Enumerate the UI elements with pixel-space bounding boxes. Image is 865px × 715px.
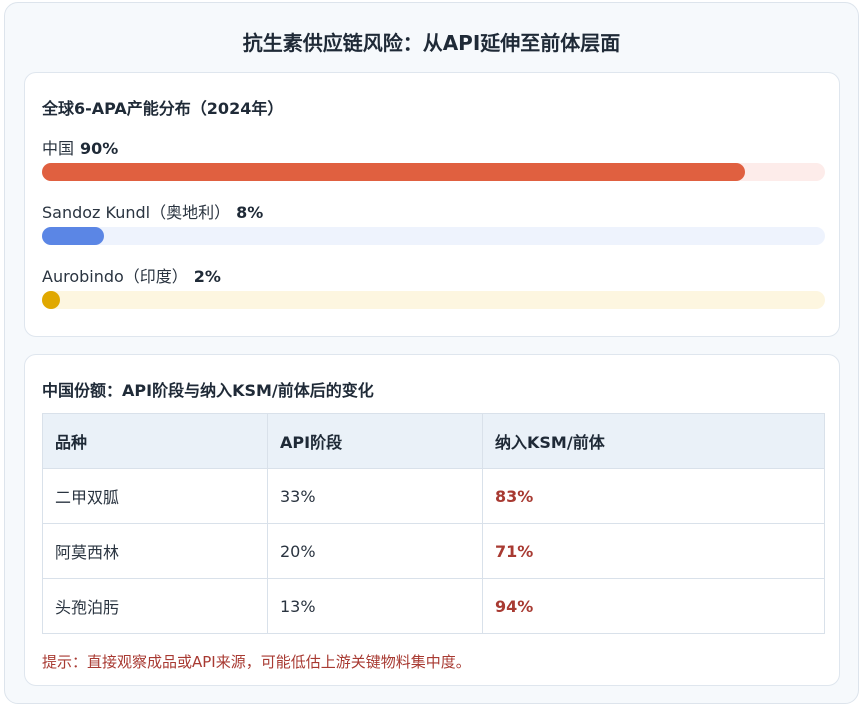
bar-fill-aurobindo: [42, 291, 60, 309]
table-row: 阿莫西林 20% 71%: [42, 523, 825, 579]
bar-track-sandoz: [42, 227, 825, 245]
china-share-card: 中国份额：API阶段与纳入KSM/前体后的变化 品种 API阶段 纳入KSM/前…: [24, 354, 840, 686]
share-table-title: 中国份额：API阶段与纳入KSM/前体后的变化: [42, 381, 374, 400]
share-table: 品种 API阶段 纳入KSM/前体 二甲双胍 33% 83% 阿莫西林 20% …: [42, 413, 825, 634]
cell-variety: 头孢泊肟: [42, 578, 268, 634]
capacity-distribution-card: 全球6-APA产能分布（2024年） 中国 90% Sandoz Kundl（奥地…: [24, 72, 840, 337]
page-title: 抗生素供应链风险：从API延伸至前体层面: [242, 31, 621, 55]
bar-label-china: 中国 90%: [42, 135, 118, 159]
bar-track-aurobindo: [42, 291, 825, 309]
cell-variety: 阿莫西林: [42, 523, 268, 579]
bar-fill-sandoz: [42, 227, 104, 245]
infographic-frame: 抗生素供应链风险：从API延伸至前体层面 全球6-APA产能分布（2024年） …: [4, 2, 859, 704]
distribution-title: 全球6-APA产能分布（2024年）: [42, 99, 284, 118]
header-api-stage: API阶段: [267, 413, 483, 469]
bar-value-label: 8%: [236, 203, 264, 222]
bar-value-label: 90%: [80, 139, 119, 158]
header-variety: 品种: [42, 413, 268, 469]
bar-fill-china: [42, 163, 745, 181]
bar-label-text: Aurobindo（印度）: [42, 267, 188, 286]
cell-ksm-precursor: 83%: [482, 468, 825, 524]
header-ksm-precursor: 纳入KSM/前体: [482, 413, 825, 469]
table-row: 二甲双胍 33% 83%: [42, 468, 825, 524]
table-row: 头孢泊肟 13% 94%: [42, 578, 825, 634]
cell-api-stage: 13%: [267, 578, 483, 634]
cell-ksm-precursor: 71%: [482, 523, 825, 579]
bar-label-aurobindo: Aurobindo（印度） 2%: [42, 263, 221, 287]
cell-api-stage: 20%: [267, 523, 483, 579]
bar-track-china: [42, 163, 825, 181]
bar-value-label: 2%: [193, 267, 221, 286]
cell-variety: 二甲双胍: [42, 468, 268, 524]
table-header-row: 品种 API阶段 纳入KSM/前体: [42, 413, 825, 469]
cell-ksm-precursor: 94%: [482, 578, 825, 634]
bar-label-text: 中国: [42, 139, 75, 158]
bar-label-sandoz: Sandoz Kundl（奥地利） 8%: [42, 199, 263, 223]
bar-label-text: Sandoz Kundl（奥地利）: [42, 203, 231, 222]
cell-api-stage: 33%: [267, 468, 483, 524]
tip-note: 提示：直接观察成品或API来源，可能低估上游关键物料集中度。: [42, 653, 471, 671]
